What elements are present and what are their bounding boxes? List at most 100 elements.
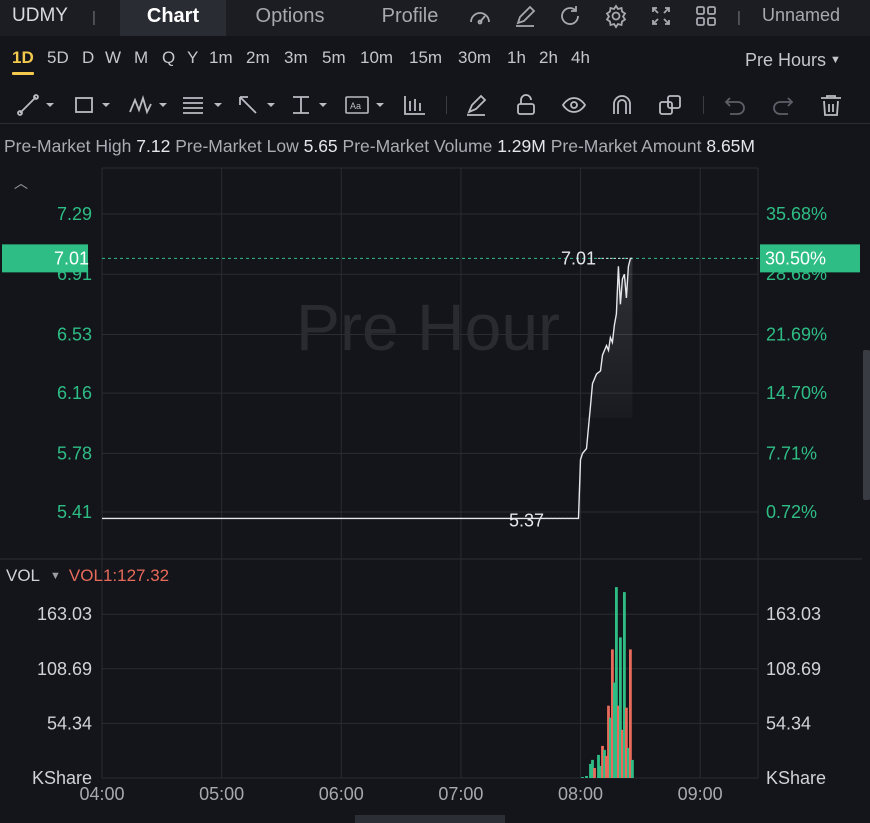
volume-indicator-header: VOL ▼ VOL1:127.32 bbox=[6, 566, 169, 586]
timeframe-bar: 1D 5D D W M Q Y 1m 2m 3m 5m 10m 15m 30m … bbox=[0, 36, 870, 82]
session-label: Pre Hours bbox=[745, 50, 827, 70]
magnet-icon[interactable] bbox=[609, 92, 635, 118]
volume-tick-label: 54.34 bbox=[47, 713, 92, 733]
percent-tick-label: 14.70% bbox=[766, 383, 827, 403]
ticker-symbol[interactable]: UDMY bbox=[12, 5, 68, 27]
undo-icon[interactable] bbox=[722, 92, 748, 118]
volume-unit-label: KShare bbox=[32, 768, 92, 788]
timeframe-w[interactable]: W bbox=[105, 48, 121, 68]
volume-indicator-name[interactable]: VOL bbox=[6, 566, 40, 585]
current-price-label: 7.01 bbox=[54, 248, 89, 268]
layout-name[interactable]: Unnamed bbox=[762, 5, 840, 26]
arrow-icon[interactable] bbox=[236, 92, 280, 118]
side-scrollbar[interactable] bbox=[863, 350, 870, 500]
svg-text:Aa: Aa bbox=[350, 101, 361, 111]
price-tick-label: 6.53 bbox=[57, 324, 92, 344]
volume-tick-label-right: 54.34 bbox=[766, 713, 811, 733]
high-annotation-label: 7.01 bbox=[561, 248, 596, 268]
volume-bar bbox=[631, 759, 634, 778]
timeframe-4h[interactable]: 4h bbox=[571, 48, 590, 68]
grid-icon[interactable] bbox=[693, 3, 719, 29]
timeframe-2m[interactable]: 2m bbox=[246, 48, 270, 68]
percent-tick-label: 21.69% bbox=[766, 324, 827, 344]
percent-tick-label: 0.72% bbox=[766, 502, 817, 522]
x-tick-label: 07:00 bbox=[438, 784, 483, 804]
percent-tick-label: 7.71% bbox=[766, 443, 817, 463]
timeframe-1m[interactable]: 1m bbox=[209, 48, 233, 68]
volume-tick-label: 163.03 bbox=[37, 604, 92, 624]
timeframe-d[interactable]: D bbox=[82, 48, 94, 68]
time-scroll-handle[interactable] bbox=[355, 815, 505, 823]
clone-icon[interactable] bbox=[657, 92, 683, 118]
price-tick-label: 5.78 bbox=[57, 443, 92, 463]
price-tick-label: 5.41 bbox=[57, 502, 92, 522]
volume-tick-label: 108.69 bbox=[37, 659, 92, 679]
premarket-volume-label: Pre-Market Volume bbox=[342, 136, 493, 156]
settings-icon[interactable] bbox=[603, 3, 629, 29]
timeframe-5d[interactable]: 5D bbox=[47, 48, 69, 68]
toolbar-divider bbox=[703, 96, 704, 114]
timeframe-1h[interactable]: 1h bbox=[507, 48, 526, 68]
tab-profile[interactable]: Profile bbox=[364, 0, 456, 36]
premarket-high-label: Pre-Market High bbox=[4, 136, 132, 156]
fib-icon[interactable] bbox=[180, 92, 224, 118]
indicator-icon[interactable] bbox=[402, 92, 428, 118]
volume-unit-label-right: KShare bbox=[766, 768, 826, 788]
session-dropdown[interactable]: Pre Hours ▼ bbox=[745, 50, 841, 71]
low-annotation-label: 5.37 bbox=[509, 510, 544, 530]
premarket-volume-value: 1.29M bbox=[497, 136, 546, 156]
volume-bar bbox=[629, 649, 632, 778]
volume-indicator-value: VOL1:127.32 bbox=[68, 566, 170, 585]
timeframe-30m[interactable]: 30m bbox=[458, 48, 491, 68]
timeframe-q[interactable]: Q bbox=[162, 48, 175, 68]
x-tick-label: 05:00 bbox=[199, 784, 244, 804]
refresh-icon[interactable] bbox=[557, 3, 583, 29]
premarket-low-label: Pre-Market Low bbox=[175, 136, 299, 156]
current-percent-label: 30.50% bbox=[765, 248, 826, 268]
trendline-icon[interactable] bbox=[16, 92, 56, 118]
pattern-icon[interactable] bbox=[128, 92, 168, 118]
timeframe-15m[interactable]: 15m bbox=[409, 48, 442, 68]
price-tick-label: 7.29 bbox=[57, 204, 92, 224]
premarket-info: Pre-Market High 7.12 Pre-Market Low 5.65… bbox=[4, 136, 755, 157]
gauge-icon[interactable] bbox=[467, 3, 493, 29]
divider: | bbox=[737, 9, 741, 26]
x-tick-label: 06:00 bbox=[319, 784, 364, 804]
timeframe-10m[interactable]: 10m bbox=[360, 48, 393, 68]
timeframe-m[interactable]: M bbox=[134, 48, 148, 68]
volume-bar bbox=[585, 776, 588, 778]
toolbar-divider bbox=[446, 96, 447, 114]
tab-options[interactable]: Options bbox=[234, 0, 346, 36]
edit-icon[interactable] bbox=[512, 3, 538, 29]
premarket-high-value: 7.12 bbox=[136, 136, 171, 156]
volume-bar bbox=[593, 768, 596, 778]
eye-icon[interactable] bbox=[561, 92, 587, 118]
percent-tick-label: 35.68% bbox=[766, 204, 827, 224]
caret-down-icon: ▼ bbox=[830, 54, 841, 66]
rectangle-icon[interactable] bbox=[72, 92, 112, 118]
tab-chart[interactable]: Chart bbox=[120, 0, 226, 36]
lock-icon[interactable] bbox=[513, 92, 539, 118]
measure-icon[interactable] bbox=[290, 92, 334, 118]
timeframe-1d[interactable]: 1D bbox=[12, 48, 34, 75]
premarket-amount-value: 8.65M bbox=[706, 136, 755, 156]
volume-tick-label-right: 108.69 bbox=[766, 659, 821, 679]
delete-icon[interactable] bbox=[818, 92, 844, 118]
redo-icon[interactable] bbox=[770, 92, 796, 118]
timeframe-3m[interactable]: 3m bbox=[284, 48, 308, 68]
price-volume-chart[interactable]: 04:00 05:00 06:00 07:00 08:00 09:007.29 35.68%… bbox=[0, 160, 870, 823]
timeframe-5m[interactable]: 5m bbox=[322, 48, 346, 68]
text-icon[interactable]: Aa bbox=[344, 92, 390, 118]
timeframe-y[interactable]: Y bbox=[187, 48, 198, 68]
fullscreen-icon[interactable] bbox=[648, 3, 674, 29]
volume-bar bbox=[581, 777, 584, 778]
x-tick-label: 09:00 bbox=[678, 784, 723, 804]
brush-icon[interactable] bbox=[464, 92, 490, 118]
collapse-icon[interactable]: ︿ bbox=[14, 173, 28, 193]
premarket-amount-label: Pre-Market Amount bbox=[550, 136, 702, 156]
timeframe-2h[interactable]: 2h bbox=[539, 48, 558, 68]
top-bar: UDMY | Chart Options Profile | Unnamed bbox=[0, 0, 870, 36]
volume-tick-label-right: 163.03 bbox=[766, 604, 821, 624]
x-tick-label: 08:00 bbox=[558, 784, 603, 804]
caret-down-icon[interactable]: ▼ bbox=[50, 570, 61, 582]
